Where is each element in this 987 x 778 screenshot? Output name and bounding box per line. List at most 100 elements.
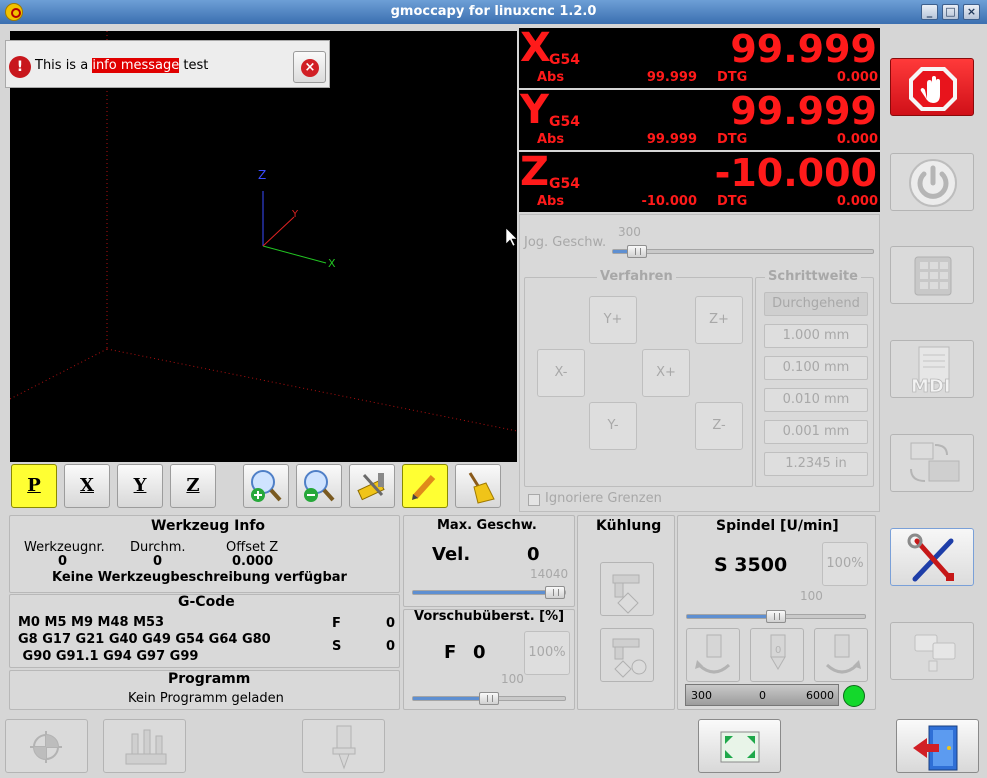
machine-power-button[interactable] [890, 153, 974, 211]
axis-dtg-value: 0.000 [836, 194, 878, 209]
spindle-override-reset-button[interactable]: 100% [822, 542, 868, 586]
feed-override-slider-knob[interactable] [479, 692, 499, 705]
maximize-button[interactable]: □ [942, 4, 959, 20]
jog-y-plus-button[interactable]: Y+ [589, 296, 637, 344]
jog-y-minus-button[interactable]: Y- [589, 402, 637, 450]
increment-button[interactable]: 1.2345 in [764, 452, 868, 476]
gcode-panel: G-Code M0 M5 M9 M48 M53 G8 G17 G21 G40 G… [9, 594, 400, 668]
show-tool-path-button[interactable] [402, 464, 448, 508]
spindle-override-slider[interactable] [686, 610, 866, 623]
axis-letter: X [520, 25, 551, 71]
flood-coolant-button[interactable] [600, 562, 654, 616]
feed-override-slider[interactable] [412, 692, 566, 705]
dro-y[interactable]: Y G54 99.999 Abs 99.999 DTG 0.000 [519, 87, 880, 150]
view-perspective-button[interactable]: P [11, 464, 57, 508]
spindle-reverse-button[interactable] [814, 628, 868, 682]
jog-keypad-icon [914, 256, 952, 296]
spindle-forward-button[interactable] [686, 628, 740, 682]
manual-mode-button[interactable] [890, 246, 974, 304]
axis-letter: Z [520, 149, 550, 195]
estop-button[interactable] [890, 58, 974, 116]
fullscreen-icon [720, 731, 760, 763]
spindle-stop-icon: 0 [770, 634, 786, 670]
tool-holder-icon [332, 725, 356, 770]
axis-abs-value: 99.999 [646, 70, 697, 85]
jog-speed-slider-knob[interactable] [627, 245, 648, 258]
jog-speed-slider[interactable] [612, 245, 874, 258]
tool-diameter-value: 0 [153, 554, 163, 569]
feed-override-slider-value: 100 [501, 672, 524, 686]
axis-dtg-value: 0.000 [836, 70, 878, 85]
mdi-mode-button[interactable]: MDI [890, 340, 974, 398]
gcode-mcodes: M0 M5 M9 M48 M53 [18, 615, 165, 630]
clear-plot-button[interactable] [455, 464, 501, 508]
tool-change-button[interactable] [302, 719, 385, 773]
spindle-override-slider-knob[interactable] [766, 610, 786, 623]
tool-info-title: Werkzeug Info [151, 518, 266, 534]
dro-z[interactable]: Z G54 -10.000 Abs -10.000 DTG 0.000 [519, 149, 880, 212]
spindle-speed: S 3500 [714, 554, 788, 576]
gcode-gcodes-line1: G8 G17 G21 G40 G49 G54 G64 G80 [18, 632, 271, 647]
max-velocity-slider[interactable] [412, 586, 566, 599]
ignore-limits-checkbox[interactable] [528, 494, 540, 506]
gcode-speed-label: S [332, 639, 342, 654]
zoom-in-button[interactable] [243, 464, 289, 508]
tool-description: Keine Werkzeugbeschreibung verfügbar [52, 570, 347, 585]
power-icon [909, 159, 957, 207]
view-z-icon: Z [186, 475, 200, 496]
jog-x-minus-button[interactable]: X- [537, 349, 585, 397]
jog-z-minus-button[interactable]: Z- [695, 402, 743, 450]
jog-x-plus-button[interactable]: X+ [642, 349, 690, 397]
tool-offset-value: 0.000 [232, 554, 274, 569]
increment-button[interactable]: 0.100 mm [764, 356, 868, 380]
window-title: gmoccapy for linuxcnc 1.2.0 [390, 4, 597, 19]
increment-continuous-button[interactable]: Durchgehend [764, 292, 868, 316]
close-window-button[interactable]: × [963, 4, 980, 20]
message-highlight: info message [92, 58, 180, 73]
program-title: Programm [168, 671, 251, 687]
axis-relative-value: 99.999 [730, 89, 877, 133]
x-axis-label: X [328, 257, 336, 270]
gcode-preview-view[interactable]: Z X Y [10, 31, 517, 462]
zoom-in-icon [251, 470, 282, 502]
abs-label: Abs [537, 70, 565, 85]
jog-speed-label: Jog. Geschw. [524, 235, 607, 250]
x-axis-line [262, 245, 327, 264]
mouse-cursor [505, 227, 517, 247]
spindle-speed-bar: 300 0 6000 [685, 684, 839, 706]
gcode-speed-value: 0 [386, 639, 396, 654]
auto-mode-button[interactable] [890, 434, 974, 492]
exit-door-icon [913, 725, 958, 771]
dro-x[interactable]: X G54 99.999 Abs 99.999 DTG 0.000 [519, 25, 880, 88]
axis-abs-value: 99.999 [646, 132, 697, 147]
feed-override-reset-button[interactable]: 100% [524, 631, 570, 675]
close-message-button[interactable]: × [293, 51, 326, 83]
fullscreen-button[interactable] [698, 719, 781, 773]
view-y-button[interactable]: Y [117, 464, 163, 508]
touch-off-button[interactable] [103, 719, 186, 773]
settings-button[interactable] [890, 528, 974, 586]
spindle-stop-button[interactable]: 0 [750, 628, 804, 682]
info-message-popup: ! This is a info message test × [5, 40, 330, 88]
view-x-button[interactable]: X [64, 464, 110, 508]
tool-edit-button[interactable] [890, 622, 974, 680]
jog-z-plus-button[interactable]: Z+ [695, 296, 743, 344]
axis-abs-value: -10.000 [641, 194, 697, 209]
increment-button[interactable]: 0.010 mm [764, 388, 868, 412]
dtg-label: DTG [717, 132, 748, 147]
increment-button[interactable]: 0.001 mm [764, 420, 868, 444]
mist-coolant-button[interactable] [600, 628, 654, 682]
program-status: Kein Programm geladen [128, 691, 284, 706]
max-velocity-slider-knob[interactable] [545, 586, 565, 599]
view-z-button[interactable]: Z [170, 464, 216, 508]
tool-offset-label: Offset Z [226, 540, 279, 555]
axis-letter: Y [520, 87, 549, 133]
increment-button[interactable]: 1.000 mm [764, 324, 868, 348]
ref-all-button[interactable] [5, 719, 88, 773]
close-icon: × [301, 59, 319, 77]
show-dimensions-button[interactable] [349, 464, 395, 508]
zoom-out-button[interactable] [296, 464, 342, 508]
minimize-button[interactable]: _ [921, 4, 938, 20]
exit-button[interactable] [896, 719, 979, 773]
tools-icon [907, 533, 954, 582]
